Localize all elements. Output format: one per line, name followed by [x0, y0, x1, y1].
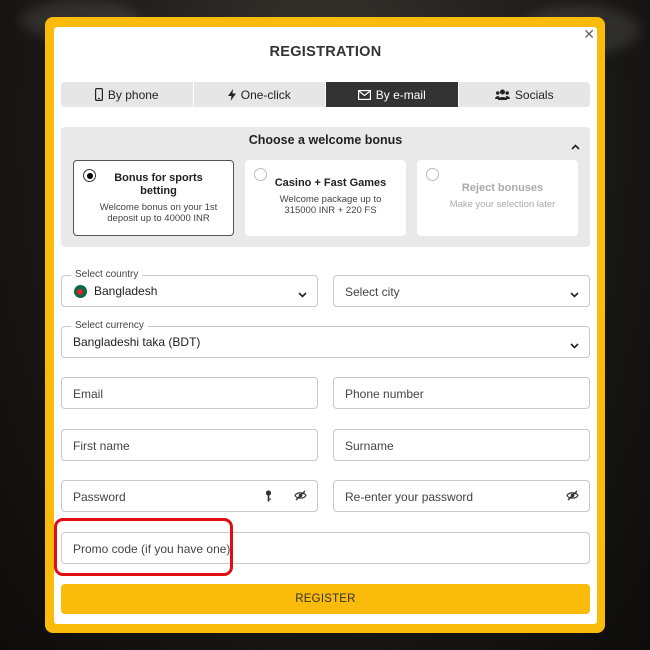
phone-icon	[94, 88, 103, 101]
bonus-option-reject[interactable]: Reject bonuses Make your selection later	[417, 160, 578, 236]
registration-tabs: By phone One-click By e-mail Socials	[61, 82, 590, 107]
eye-slash-icon[interactable]	[566, 490, 579, 504]
radio-unselected[interactable]	[426, 168, 439, 181]
phone-placeholder: Phone number	[345, 387, 424, 401]
currency-value: Bangladeshi taka (BDT)	[73, 335, 201, 349]
tab-label: One-click	[240, 87, 291, 102]
chevron-down-icon	[570, 287, 579, 301]
first-name-field[interactable]: First name	[61, 429, 318, 461]
city-select[interactable]: Select city	[333, 275, 590, 307]
register-button[interactable]: REGISTER	[61, 584, 590, 614]
country-select[interactable]: Select country Bangladesh	[61, 269, 318, 307]
surname-placeholder: Surname	[345, 439, 394, 453]
email-field[interactable]: Email	[61, 377, 318, 409]
city-placeholder: Select city	[345, 285, 400, 299]
country-label: Select country	[71, 269, 143, 281]
bonus-option-sports[interactable]: Bonus for sports betting Welcome bonus o…	[73, 160, 234, 236]
promo-code-field[interactable]: Promo code (if you have one)	[61, 532, 590, 564]
currency-label: Select currency	[71, 320, 148, 332]
chevron-down-icon	[298, 287, 307, 301]
tab-label: Socials	[514, 87, 554, 102]
tab-by-email[interactable]: By e-mail	[326, 82, 459, 107]
welcome-bonus-panel: Choose a welcome bonus Bonus for sports …	[61, 127, 590, 247]
phone-field[interactable]: Phone number	[333, 377, 590, 409]
registration-modal: ✕ REGISTRATION By phone One-click By e-m…	[54, 26, 597, 624]
chevron-down-icon	[570, 338, 579, 352]
radio-selected[interactable]	[83, 169, 96, 182]
users-icon	[494, 89, 510, 100]
lightning-icon	[227, 88, 236, 101]
tab-label: By e-mail	[375, 87, 426, 102]
tab-socials[interactable]: Socials	[459, 82, 591, 107]
envelope-icon	[357, 89, 371, 100]
promo-placeholder: Promo code (if you have one)	[73, 542, 231, 556]
password-field[interactable]: Password	[61, 480, 318, 512]
password-confirm-placeholder: Re-enter your password	[345, 490, 474, 504]
chevron-up-icon[interactable]	[571, 137, 580, 155]
bonus-option-title: Casino + Fast Games	[274, 177, 387, 189]
bangladesh-flag-icon	[74, 285, 87, 298]
bonus-option-desc: Welcome bonus on your 1st deposit up to …	[99, 202, 218, 224]
bonus-heading: Choose a welcome bonus	[248, 133, 403, 147]
bonus-option-title: Bonus for sports betting	[114, 172, 203, 197]
bonus-option-casino[interactable]: Casino + Fast Games Welcome package up t…	[245, 160, 406, 236]
bonus-option-title: Reject bonuses	[461, 182, 544, 194]
tab-label: By phone	[107, 87, 159, 102]
bonus-option-desc: Make your selection later	[449, 199, 556, 210]
tab-one-click[interactable]: One-click	[194, 82, 326, 107]
country-value: Bangladesh	[94, 284, 158, 298]
modal-title: REGISTRATION	[269, 44, 382, 60]
close-icon[interactable]: ✕	[583, 26, 595, 43]
currency-select[interactable]: Select currency Bangladeshi taka (BDT)	[61, 320, 590, 358]
password-confirm-field[interactable]: Re-enter your password	[333, 480, 590, 512]
bonus-option-desc: Welcome package up to 315000 INR + 220 F…	[279, 194, 382, 216]
first-name-placeholder: First name	[73, 439, 130, 453]
email-placeholder: Email	[73, 387, 104, 401]
key-icon[interactable]	[265, 490, 272, 505]
password-placeholder: Password	[73, 490, 126, 504]
eye-slash-icon[interactable]	[294, 490, 307, 504]
surname-field[interactable]: Surname	[333, 429, 590, 461]
radio-unselected[interactable]	[254, 168, 267, 181]
tab-by-phone[interactable]: By phone	[61, 82, 194, 107]
